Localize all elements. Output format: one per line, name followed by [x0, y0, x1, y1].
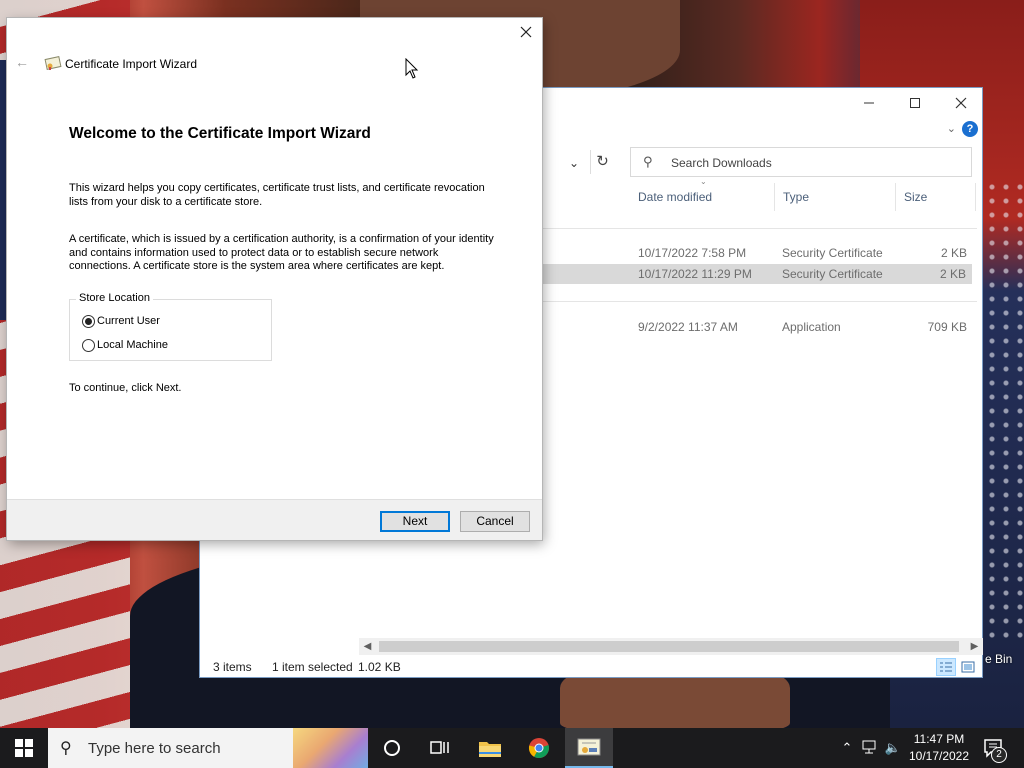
file-type: Application	[782, 320, 841, 334]
large-icons-view-icon	[961, 661, 975, 673]
group-divider	[543, 301, 977, 302]
store-location-group: Store Location Current User Local Machin…	[69, 292, 272, 361]
intro-line: lists from your disk to a certificate st…	[69, 195, 263, 208]
current-user-label[interactable]: Current User	[97, 315, 160, 327]
wizard-title: Certificate Import Wizard	[65, 57, 198, 71]
scroll-right-icon[interactable]: ▶	[966, 638, 983, 655]
ribbon-expand-icon[interactable]: ⌄	[947, 122, 956, 135]
local-machine-radio[interactable]: Local Machine	[82, 337, 168, 353]
group-divider	[543, 228, 977, 229]
store-location-label: Store Location	[76, 292, 153, 304]
search-highlight-art	[293, 728, 368, 768]
recycle-bin-label[interactable]: e Bin	[985, 652, 1012, 666]
file-row[interactable]: 9/2/2022 11:37 AM Application 709 KB	[543, 317, 973, 337]
wizard-heading: Welcome to the Certificate Import Wizard	[69, 125, 371, 142]
file-date: 10/17/2022 7:58 PM	[638, 246, 747, 260]
taskbar: ⚲ Type here to search ⌃ 🔈 11:47 PM 10/17…	[0, 728, 1024, 768]
intro-line: This wizard helps you copy certificates,…	[69, 182, 485, 194]
local-machine-label[interactable]: Local Machine	[97, 339, 168, 351]
selection-count: 1 item selected	[272, 660, 353, 674]
address-history-dropdown-icon[interactable]: ⌄	[562, 152, 586, 174]
file-size: 709 KB	[927, 320, 967, 334]
wizard-footer: Next Cancel	[7, 499, 542, 540]
large-icons-view-button[interactable]	[958, 658, 978, 676]
volume-icon[interactable]: 🔈	[882, 740, 904, 756]
wizard-description-paragraph: A certificate, which is issued by a cert…	[69, 233, 509, 274]
wallpaper-stars	[985, 180, 1024, 640]
network-icon[interactable]	[858, 740, 882, 757]
mouse-cursor-icon	[405, 58, 419, 79]
chrome-icon	[528, 738, 549, 759]
file-type: Security Certificate	[782, 246, 883, 260]
close-icon	[520, 26, 532, 38]
column-type[interactable]: Type	[775, 183, 896, 211]
next-button[interactable]: Next	[380, 511, 450, 532]
task-view-button[interactable]	[416, 728, 464, 768]
search-icon: ⚲	[643, 154, 653, 169]
continue-instruction: To continue, click Next.	[69, 382, 182, 394]
column-date-modified[interactable]: Date modified	[630, 183, 775, 211]
wizard-intro-paragraph: This wizard helps you copy certificates,…	[69, 182, 509, 209]
description-line: and contains information used to protect…	[69, 246, 439, 259]
maximize-icon	[910, 98, 920, 108]
help-icon[interactable]: ?	[962, 121, 978, 137]
task-view-icon	[430, 741, 449, 754]
cortana-icon	[384, 740, 400, 756]
current-user-radio[interactable]: Current User	[82, 313, 160, 329]
folder-icon	[479, 742, 501, 757]
description-line: connections. A certificate store is the …	[69, 260, 445, 272]
taskbar-clock[interactable]: 11:47 PM 10/17/2022	[908, 731, 970, 765]
certificate-icon	[44, 56, 62, 70]
search-downloads-input[interactable]: ⚲ Search Downloads	[630, 147, 972, 177]
radio-button[interactable]	[82, 338, 95, 352]
cortana-button[interactable]	[368, 728, 416, 768]
close-button[interactable]	[938, 88, 984, 118]
status-bar: 3 items 1 item selected 1.02 KB	[200, 656, 982, 678]
certificate-import-wizard-dialog: ← Certificate Import Wizard Welcome to t…	[7, 18, 542, 540]
radio-button-checked[interactable]	[82, 314, 95, 328]
file-row-selected[interactable]: 10/17/2022 11:29 PM Security Certificate…	[543, 264, 972, 284]
minimize-button[interactable]	[846, 88, 892, 118]
cancel-button[interactable]: Cancel	[460, 511, 530, 532]
description-line: A certificate, which is issued by a cert…	[69, 233, 494, 245]
clock-date: 10/17/2022	[908, 749, 970, 763]
maximize-button[interactable]	[892, 88, 938, 118]
item-count: 3 items	[213, 660, 252, 674]
scrollbar-thumb[interactable]	[379, 641, 959, 652]
start-button[interactable]	[0, 728, 48, 768]
file-explorer-taskbar-button[interactable]	[466, 728, 514, 768]
file-row[interactable]: 10/17/2022 7:58 PM Security Certificate …	[543, 243, 973, 263]
certificate-icon	[577, 738, 601, 756]
chrome-taskbar-button[interactable]	[515, 728, 563, 768]
file-date: 10/17/2022 11:29 PM	[638, 267, 752, 281]
search-placeholder: Search Downloads	[671, 156, 772, 170]
file-type: Security Certificate	[782, 267, 883, 281]
windows-logo-icon	[15, 739, 33, 757]
network-icon-graphic	[862, 740, 876, 753]
selection-size: 1.02 KB	[358, 660, 401, 674]
file-size: 2 KB	[939, 267, 966, 281]
file-size: 2 KB	[940, 246, 967, 260]
show-hidden-icons-icon[interactable]: ⌃	[838, 740, 856, 756]
scroll-left-icon[interactable]: ◀	[359, 638, 376, 655]
close-icon	[955, 97, 967, 109]
notification-count-badge: 2	[991, 747, 1007, 763]
certificate-wizard-taskbar-button[interactable]	[565, 728, 613, 768]
back-arrow-icon[interactable]: ←	[15, 54, 29, 70]
taskbar-search-box[interactable]: ⚲ Type here to search	[48, 728, 368, 768]
clock-time: 11:47 PM	[913, 732, 965, 746]
details-view-icon	[940, 662, 952, 672]
refresh-button[interactable]: ↻	[590, 150, 614, 174]
minimize-icon	[864, 102, 874, 104]
wizard-close-button[interactable]	[516, 24, 536, 44]
taskbar-search-placeholder: Type here to search	[88, 740, 221, 757]
horizontal-scrollbar[interactable]: ◀ ▶	[359, 638, 983, 655]
system-tray: ⌃ 🔈	[838, 728, 904, 768]
details-view-button[interactable]	[936, 658, 956, 676]
column-size[interactable]: Size	[896, 183, 976, 211]
file-date: 9/2/2022 11:37 AM	[638, 320, 738, 334]
search-icon: ⚲	[60, 740, 72, 757]
